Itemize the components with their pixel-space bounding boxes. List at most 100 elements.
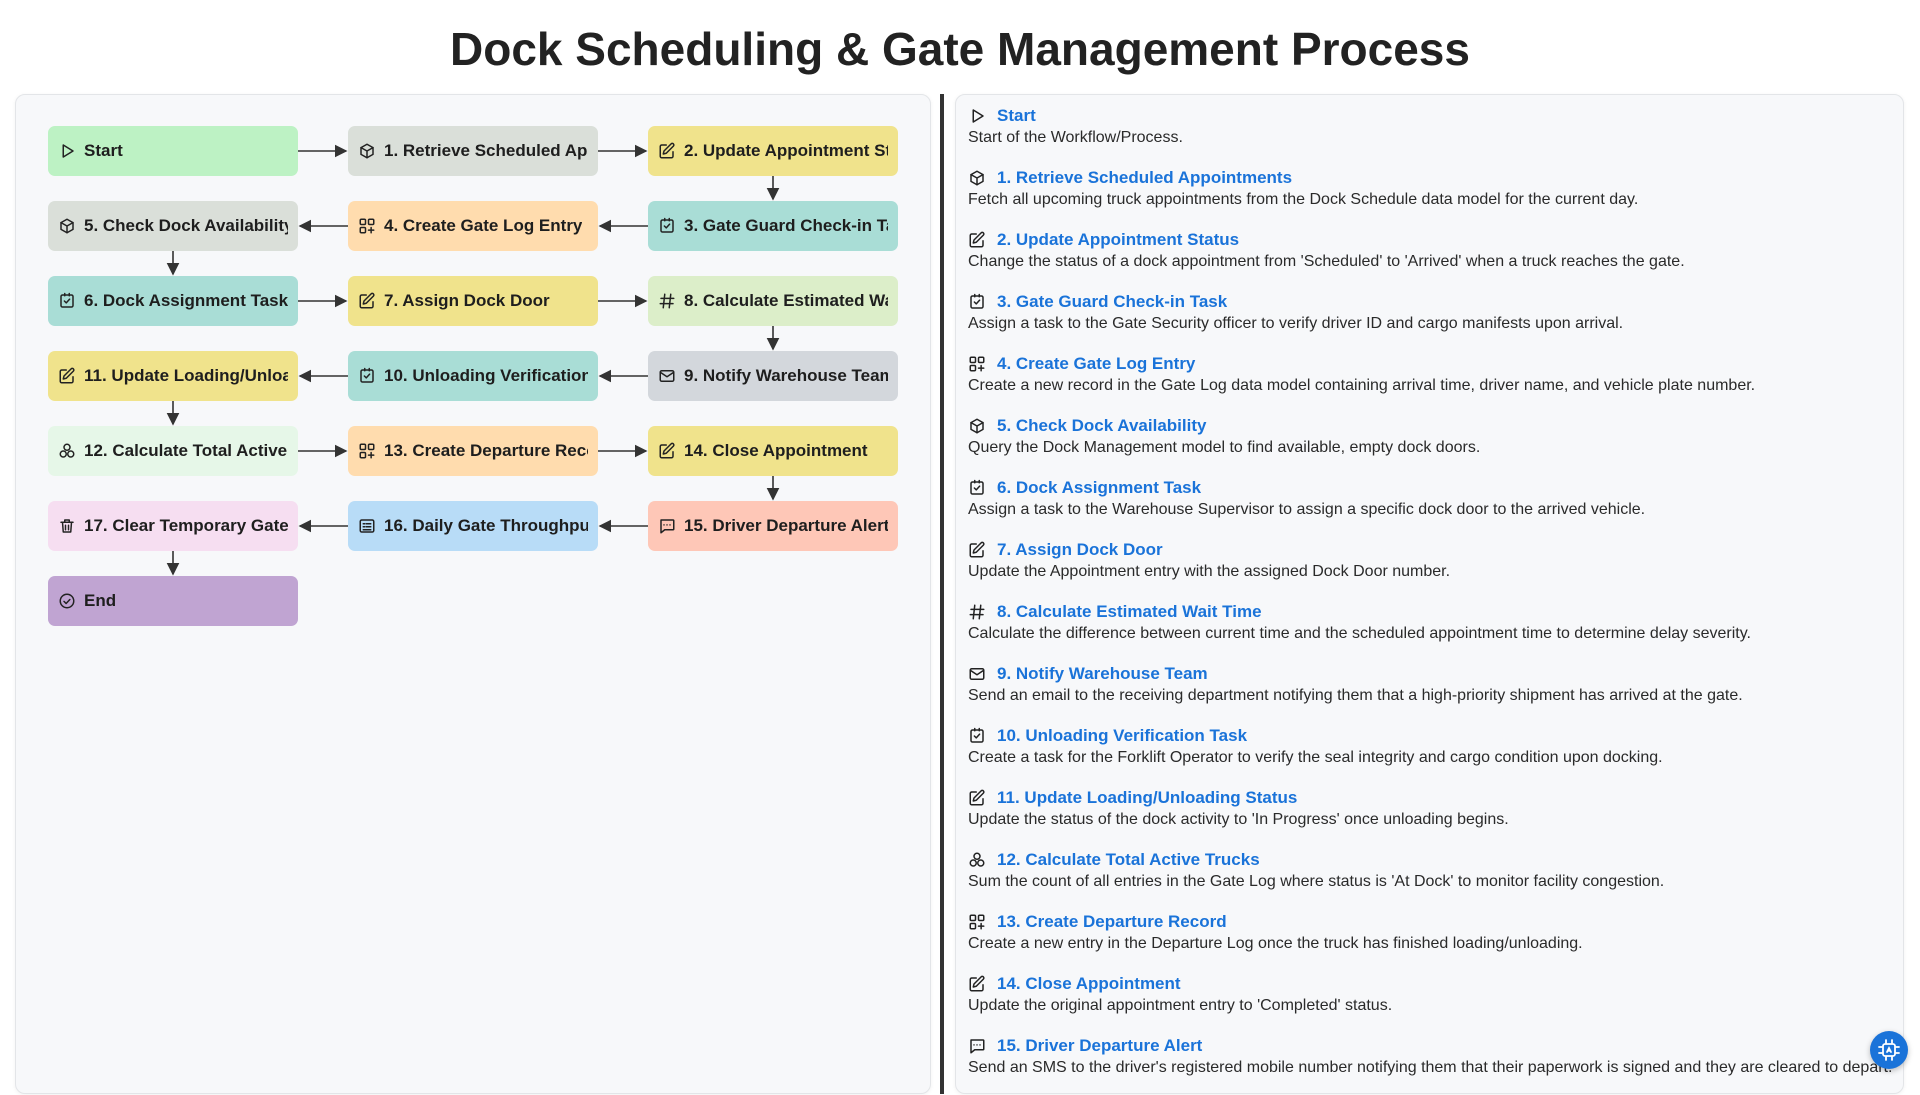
checkbox-icon — [358, 367, 376, 385]
step-header: 12. Calculate Total Active Trucks — [968, 849, 1888, 871]
play-icon — [58, 142, 76, 160]
step-title-link[interactable]: Start — [997, 106, 1036, 126]
step-header: 5. Check Dock Availability — [968, 415, 1888, 437]
edit-icon — [968, 975, 986, 993]
flow-node-label: 10. Unloading Verification Task — [384, 366, 588, 385]
flow-node-3-gate-guard-check-in-task[interactable]: 3. Gate Guard Check-in Task — [648, 201, 898, 251]
flow-node-7-assign-dock-door[interactable]: 7. Assign Dock Door — [348, 276, 598, 326]
step-description: Update the Appointment entry with the as… — [968, 563, 1451, 580]
step-title-link[interactable]: 5. Check Dock Availability — [997, 416, 1206, 436]
step-title-link[interactable]: 6. Dock Assignment Task — [997, 478, 1201, 498]
flow-node-label: End — [84, 591, 117, 610]
flow-node-end[interactable]: End — [48, 576, 298, 626]
flow-node-10-unloading-verification-task[interactable]: 10. Unloading Verification Task — [348, 351, 598, 401]
flow-node-11-update-loading-unloading-status[interactable]: 11. Update Loading/Unloading Status — [48, 351, 298, 401]
step-header: 8. Calculate Estimated Wait Time — [968, 601, 1888, 623]
flow-diagram-panel: Start 1. Retrieve Scheduled Appointments 2… — [15, 94, 931, 1094]
edit-icon — [968, 541, 986, 559]
trash-icon — [58, 517, 76, 535]
grid-plus-icon — [968, 913, 986, 931]
step-title-link[interactable]: 15. Driver Departure Alert — [997, 1036, 1202, 1056]
flow-node-6-dock-assignment-task[interactable]: 6. Dock Assignment Task — [48, 276, 298, 326]
step-description: Send an SMS to the driver's registered m… — [968, 1059, 1893, 1076]
step-header: Start — [968, 105, 1888, 127]
flow-node-label: 16. Daily Gate Throughput Report — [384, 516, 588, 535]
flow-node-14-close-appointment[interactable]: 14. Close Appointment — [648, 426, 898, 476]
step-title-link[interactable]: 9. Notify Warehouse Team — [997, 664, 1208, 684]
step-header: 10. Unloading Verification Task — [968, 725, 1888, 747]
checkbox-icon — [968, 293, 986, 311]
step-description: Start of the Workflow/Process. — [968, 129, 1183, 146]
mail-icon — [658, 367, 676, 385]
checkbox-icon — [658, 217, 676, 235]
panel-divider[interactable] — [940, 94, 944, 1094]
flow-node-label: 6. Dock Assignment Task — [84, 291, 288, 310]
hash-icon — [968, 603, 986, 621]
flow-node-12-calculate-total-active-trucks[interactable]: 12. Calculate Total Active Trucks — [48, 426, 298, 476]
cube-icon — [968, 169, 986, 187]
step-header: 2. Update Appointment Status — [968, 229, 1888, 251]
flow-node-label: 5. Check Dock Availability — [84, 216, 288, 235]
flow-node-4-create-gate-log-entry[interactable]: 4. Create Gate Log Entry — [348, 201, 598, 251]
flow-node-1-retrieve-scheduled-appointments[interactable]: 1. Retrieve Scheduled Appointments — [348, 126, 598, 176]
cube-icon — [968, 417, 986, 435]
play-icon — [968, 107, 986, 125]
flow-node-17-clear-temporary-gate-passes[interactable]: 17. Clear Temporary Gate Passes — [48, 501, 298, 551]
edit-icon — [658, 142, 676, 160]
flow-node-13-create-departure-record[interactable]: 13. Create Departure Record — [348, 426, 598, 476]
step-item: 12. Calculate Total Active Trucks Sum the… — [968, 849, 1888, 891]
flow-node-label: 9. Notify Warehouse Team — [684, 366, 888, 385]
step-description: Create a new record in the Gate Log data… — [968, 377, 1756, 394]
step-item: Start Start of the Workflow/Process. — [968, 105, 1888, 147]
flow-node-15-driver-departure-alert[interactable]: 15. Driver Departure Alert — [648, 501, 898, 551]
step-title-link[interactable]: 4. Create Gate Log Entry — [997, 354, 1195, 374]
flow-node-label: 11. Update Loading/Unloading Status — [84, 366, 288, 385]
sms-icon — [658, 517, 676, 535]
report-icon — [358, 517, 376, 535]
step-header: 15. Driver Departure Alert — [968, 1035, 1888, 1057]
step-item: 7. Assign Dock Door Update the Appointmen… — [968, 539, 1888, 581]
step-description: Fetch all upcoming truck appointments fr… — [968, 191, 1639, 208]
grid-plus-icon — [358, 442, 376, 460]
edit-icon — [968, 231, 986, 249]
step-description: Create a new entry in the Departure Log … — [968, 935, 1583, 952]
step-description: Send an email to the receiving departmen… — [968, 687, 1743, 704]
step-item: 15. Driver Departure Alert Send an SMS to… — [968, 1035, 1893, 1077]
flow-node-8-calculate-estimated-wait-time[interactable]: 8. Calculate Estimated Wait Time — [648, 276, 898, 326]
flow-node-label: 7. Assign Dock Door — [384, 291, 550, 310]
edit-icon — [658, 442, 676, 460]
step-title-link[interactable]: 7. Assign Dock Door — [997, 540, 1163, 560]
checkbox-icon — [968, 727, 986, 745]
aggregate-icon — [968, 851, 986, 869]
step-header: 7. Assign Dock Door — [968, 539, 1888, 561]
step-header: 6. Dock Assignment Task — [968, 477, 1888, 499]
flow-node-2-update-appointment-status[interactable]: 2. Update Appointment Status — [648, 126, 898, 176]
step-header: 13. Create Departure Record — [968, 911, 1888, 933]
step-title-link[interactable]: 8. Calculate Estimated Wait Time — [997, 602, 1262, 622]
ai-assistant-button[interactable] — [1870, 1031, 1908, 1069]
step-header: 9. Notify Warehouse Team — [968, 663, 1888, 685]
aggregate-icon — [58, 442, 76, 460]
step-title-link[interactable]: 13. Create Departure Record — [997, 912, 1227, 932]
grid-plus-icon — [968, 355, 986, 373]
step-title-link[interactable]: 11. Update Loading/Unloading Status — [997, 788, 1297, 808]
step-list: Start Start of the Workflow/Process. 1. Re… — [968, 105, 1893, 1093]
step-title-link[interactable]: 3. Gate Guard Check-in Task — [997, 292, 1227, 312]
flow-node-label: 4. Create Gate Log Entry — [384, 216, 583, 235]
page-title: Dock Scheduling & Gate Management Proces… — [450, 23, 1470, 75]
step-title-link[interactable]: 10. Unloading Verification Task — [997, 726, 1247, 746]
step-details-panel[interactable]: Start Start of the Workflow/Process. 1. Re… — [955, 94, 1904, 1094]
step-title-link[interactable]: 14. Close Appointment — [997, 974, 1181, 994]
step-title-link[interactable]: 12. Calculate Total Active Trucks — [997, 850, 1260, 870]
step-title-link[interactable]: 1. Retrieve Scheduled Appointments — [997, 168, 1292, 188]
flow-node-16-daily-gate-throughput-report[interactable]: 16. Daily Gate Throughput Report — [348, 501, 598, 551]
flow-node-5-check-dock-availability[interactable]: 5. Check Dock Availability — [48, 201, 298, 251]
step-description: Query the Dock Management model to find … — [968, 439, 1481, 456]
step-item: 2. Update Appointment Status Change the s… — [968, 229, 1888, 271]
flow-node-9-notify-warehouse-team[interactable]: 9. Notify Warehouse Team — [648, 351, 898, 401]
flow-node-start[interactable]: Start — [48, 126, 298, 176]
step-title-link[interactable]: 2. Update Appointment Status — [997, 230, 1239, 250]
flow-node-label: 17. Clear Temporary Gate Passes — [84, 516, 288, 535]
checkbox-icon — [968, 479, 986, 497]
flow-node-label: 2. Update Appointment Status — [684, 141, 888, 160]
